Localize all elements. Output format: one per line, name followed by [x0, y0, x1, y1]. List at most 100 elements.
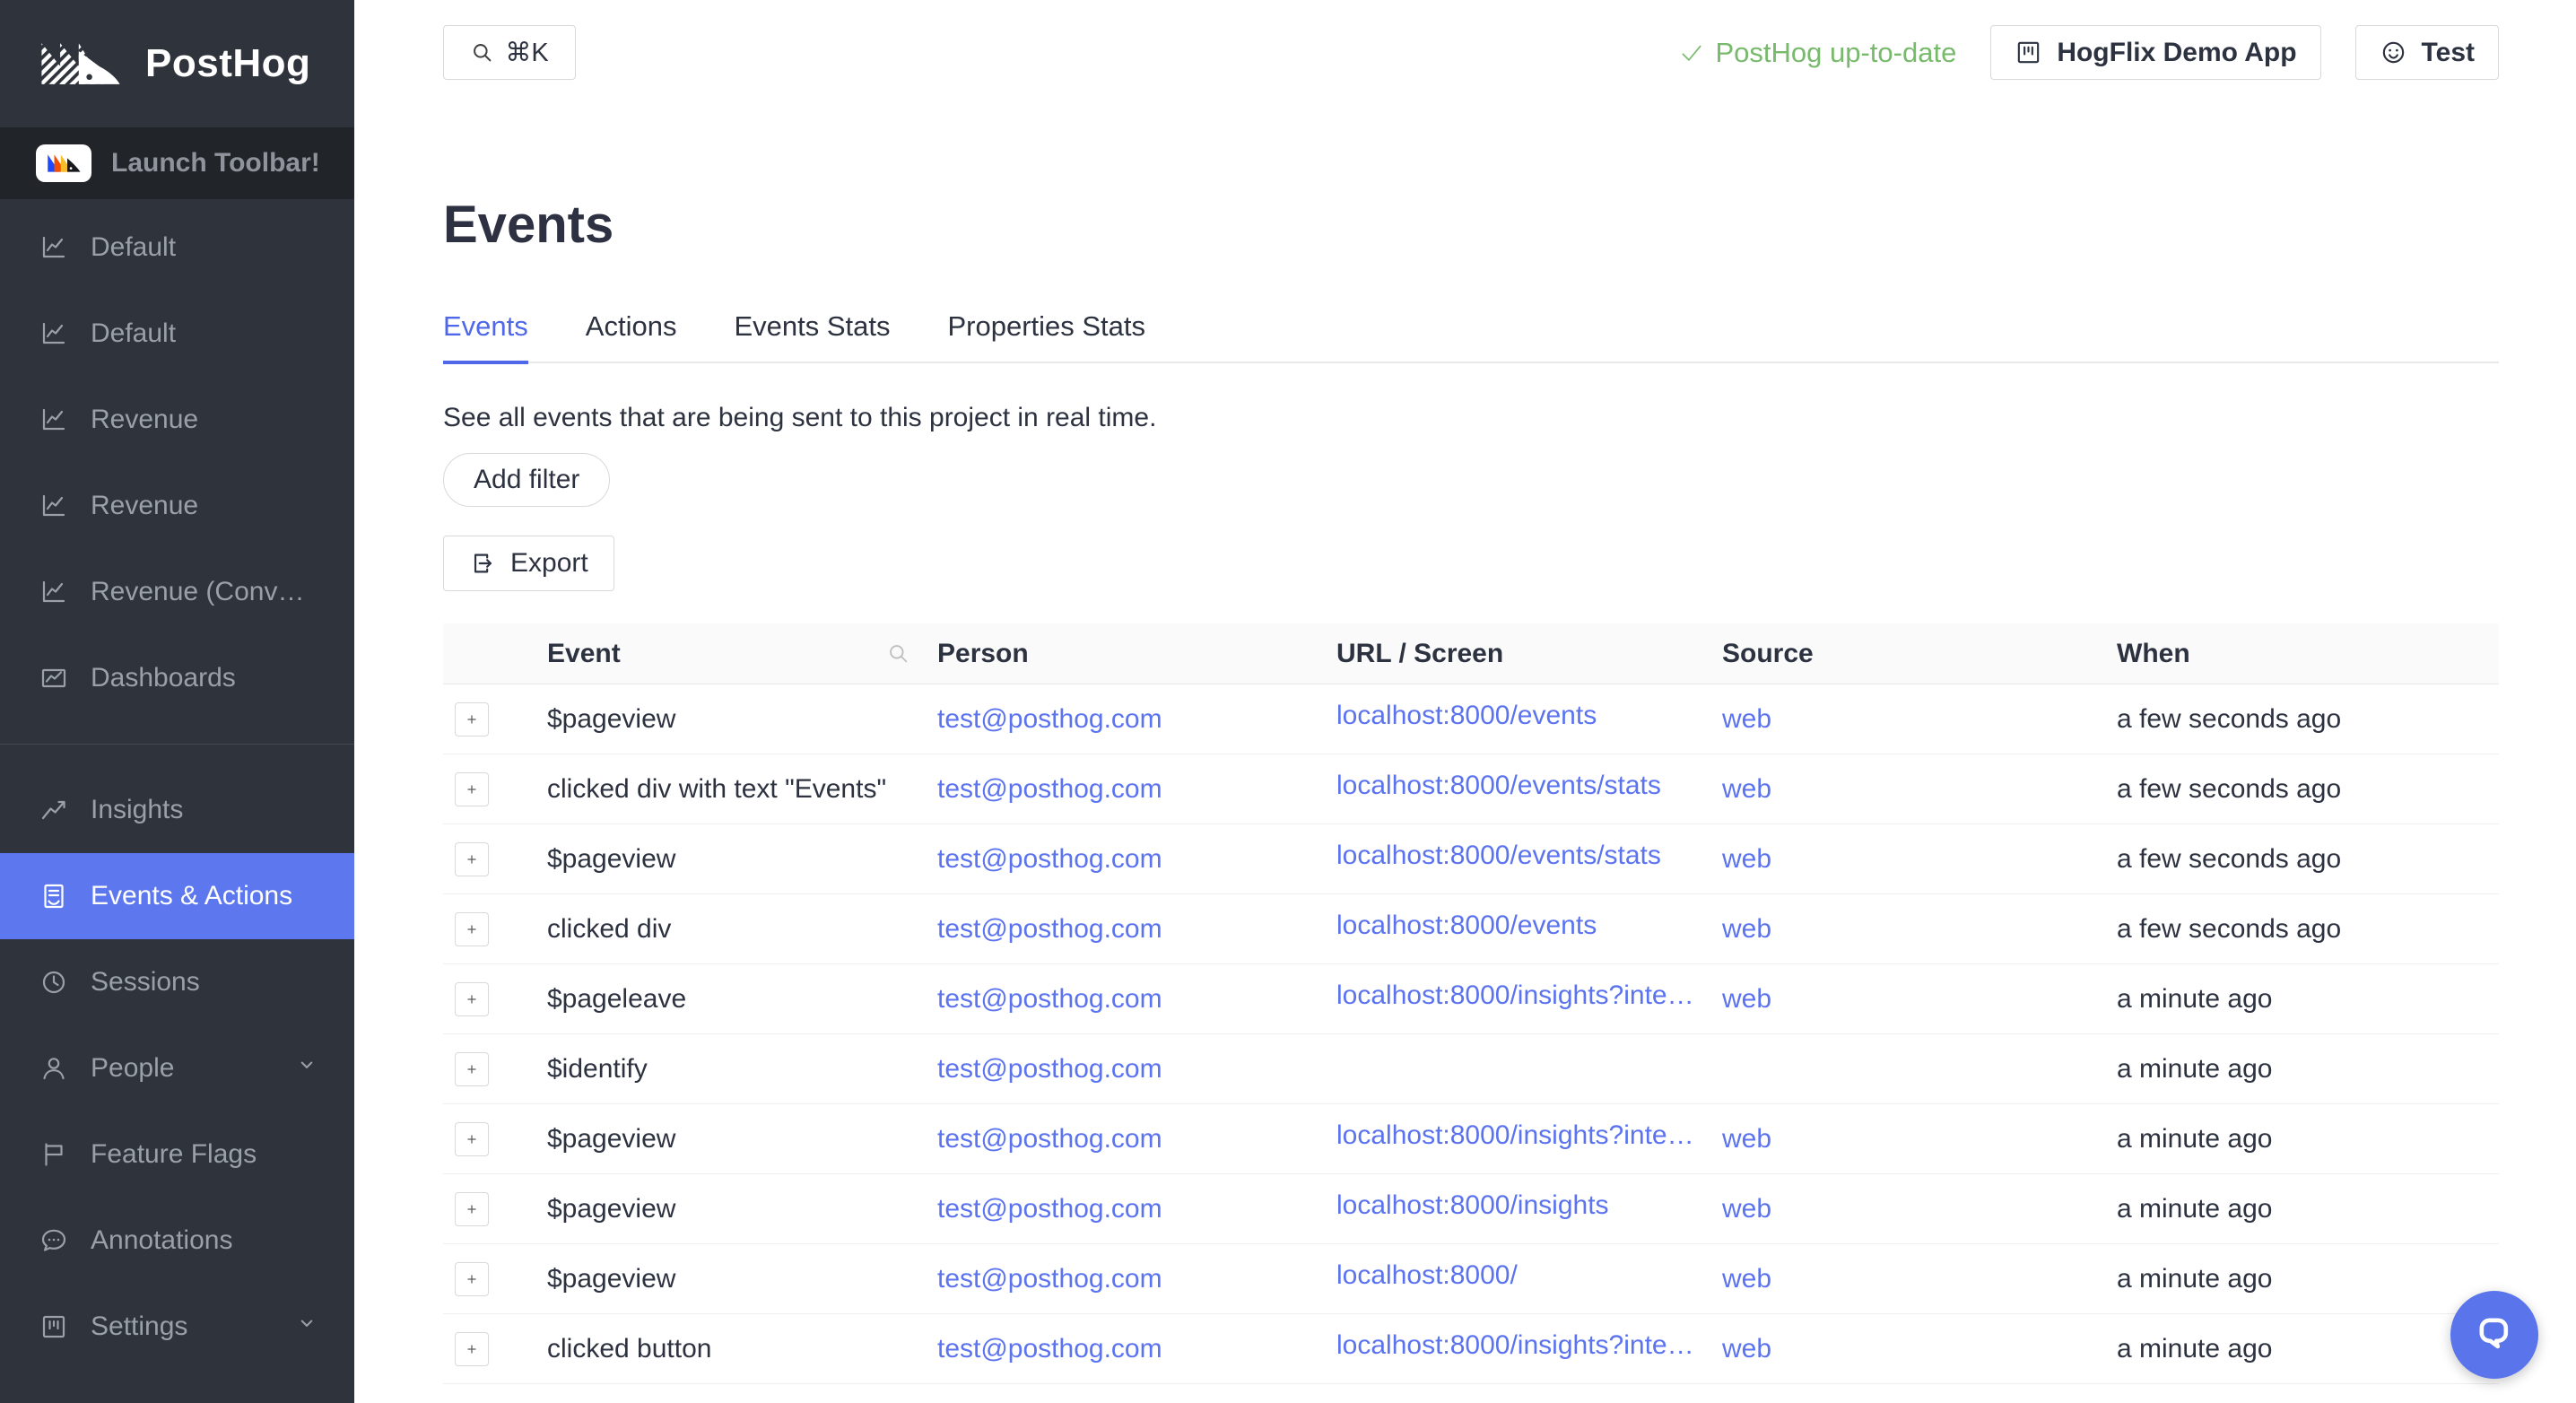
source-link[interactable]: web: [1722, 914, 1771, 944]
search-shortcut-label: ⌘K: [505, 37, 548, 68]
expand-row-button[interactable]: [455, 982, 489, 1016]
project-icon: [2015, 39, 2042, 66]
url-link[interactable]: localhost:8000/events/stats: [1336, 841, 1661, 871]
person-link[interactable]: test@posthog.com: [937, 984, 1162, 1014]
event-name: $identify: [535, 1054, 925, 1085]
sidebar-item-insights[interactable]: Insights: [0, 767, 354, 853]
person-link[interactable]: test@posthog.com: [937, 914, 1162, 944]
tab-events[interactable]: Events: [443, 310, 528, 364]
plus-icon: [462, 1199, 482, 1219]
when-text: a minute ago: [2104, 1334, 2499, 1364]
plus-icon: [462, 1059, 482, 1079]
person-link[interactable]: test@posthog.com: [937, 1054, 1162, 1084]
sidebar-item-default-2[interactable]: Default: [0, 291, 354, 377]
sidebar-item-settings[interactable]: Settings: [0, 1284, 354, 1370]
source-column-header: Source: [1710, 639, 2104, 669]
person-link[interactable]: test@posthog.com: [937, 1124, 1162, 1154]
search-input[interactable]: ⌘K: [443, 25, 576, 80]
table-row: $pageview test@posthog.com localhost:800…: [443, 1244, 2499, 1314]
source-link[interactable]: web: [1722, 1194, 1771, 1224]
source-link[interactable]: web: [1722, 984, 1771, 1014]
expand-row-button[interactable]: [455, 702, 489, 736]
expand-row-button[interactable]: [455, 1052, 489, 1086]
url-link[interactable]: localhost:8000/events: [1336, 701, 1597, 731]
person-link[interactable]: test@posthog.com: [937, 1194, 1162, 1224]
plus-icon: [462, 1129, 482, 1149]
source-link[interactable]: web: [1722, 1264, 1771, 1294]
sidebar: PostHog Launch Toolbar! Default: [0, 0, 354, 1403]
line-chart-icon: [39, 318, 69, 349]
export-button[interactable]: Export: [443, 536, 614, 591]
line-chart-icon: [39, 405, 69, 435]
when-text: a few seconds ago: [2104, 844, 2499, 875]
source-link[interactable]: web: [1722, 774, 1771, 804]
event-name: clicked div: [535, 914, 925, 945]
plus-icon: [462, 780, 482, 799]
line-chart-icon: [39, 491, 69, 521]
project-switcher-button[interactable]: HogFlix Demo App: [1990, 25, 2320, 80]
sidebar-item-revenue-conversion[interactable]: Revenue (Conversi...: [0, 549, 354, 635]
expand-row-button[interactable]: [455, 912, 489, 946]
plus-icon: [462, 850, 482, 869]
source-link[interactable]: web: [1722, 704, 1771, 734]
url-link[interactable]: localhost:8000/: [1336, 1260, 1518, 1291]
when-column-header: When: [2104, 639, 2499, 669]
tab-actions[interactable]: Actions: [586, 310, 677, 362]
person-link[interactable]: test@posthog.com: [937, 1264, 1162, 1294]
person-link[interactable]: test@posthog.com: [937, 1334, 1162, 1364]
plus-icon: [462, 1269, 482, 1289]
comment-icon: [39, 1225, 69, 1256]
url-link[interactable]: localhost:8000/insights: [1336, 1190, 1609, 1221]
launch-toolbar-button[interactable]: Launch Toolbar!: [0, 127, 354, 199]
url-link[interactable]: localhost:8000/events: [1336, 911, 1597, 941]
line-chart-icon: [39, 577, 69, 607]
sidebar-item-revenue-1[interactable]: Revenue: [0, 377, 354, 463]
app-window: PostHog Launch Toolbar! Default: [0, 0, 2576, 1403]
sidebar-item-revenue-2[interactable]: Revenue: [0, 463, 354, 549]
event-name: clicked div with text "Events": [535, 774, 925, 805]
url-link[interactable]: localhost:8000/insights?inter…: [1336, 1120, 1695, 1151]
url-link[interactable]: localhost:8000/insights?inter…: [1336, 1330, 1695, 1361]
tab-events-stats[interactable]: Events Stats: [734, 310, 890, 362]
expand-row-button[interactable]: [455, 1192, 489, 1226]
plus-icon: [462, 919, 482, 939]
source-link[interactable]: web: [1722, 1124, 1771, 1154]
expand-row-button[interactable]: [455, 1262, 489, 1296]
user-menu-button[interactable]: Test: [2355, 25, 2499, 80]
dashboard-icon: [39, 663, 69, 693]
sidebar-item-dashboards[interactable]: Dashboards: [0, 635, 354, 721]
sidebar-item-annotations[interactable]: Annotations: [0, 1198, 354, 1284]
source-link[interactable]: web: [1722, 1334, 1771, 1364]
when-text: a minute ago: [2104, 1124, 2499, 1155]
when-text: a minute ago: [2104, 1264, 2499, 1294]
table-row: $pageview test@posthog.com localhost:800…: [443, 824, 2499, 894]
person-link[interactable]: test@posthog.com: [937, 774, 1162, 804]
sidebar-item-events-actions[interactable]: Events & Actions: [0, 853, 354, 939]
launch-toolbar-label: Launch Toolbar!: [111, 148, 320, 179]
when-text: a few seconds ago: [2104, 914, 2499, 945]
sidebar-item-feature-flags[interactable]: Feature Flags: [0, 1111, 354, 1198]
table-row: $pageview test@posthog.com localhost:800…: [443, 1104, 2499, 1174]
source-link[interactable]: web: [1722, 844, 1771, 874]
tab-properties-stats[interactable]: Properties Stats: [947, 310, 1145, 362]
url-link[interactable]: localhost:8000/events/stats: [1336, 771, 1661, 801]
expand-row-button[interactable]: [455, 772, 489, 806]
events-icon: [39, 881, 69, 911]
column-search-icon[interactable]: [886, 641, 910, 666]
expand-row-button[interactable]: [455, 1332, 489, 1366]
search-icon: [470, 40, 494, 65]
sidebar-item-default-1[interactable]: Default: [0, 205, 354, 291]
person-link[interactable]: test@posthog.com: [937, 704, 1162, 734]
page-title: Events: [443, 195, 2499, 255]
sidebar-item-people[interactable]: People: [0, 1025, 354, 1111]
chat-launcher-button[interactable]: [2450, 1291, 2538, 1379]
add-filter-button[interactable]: Add filter: [443, 453, 610, 507]
posthog-logo[interactable]: PostHog: [0, 0, 354, 127]
sidebar-nav: Default Default Revenue Revenue Revenue …: [0, 205, 354, 1370]
sidebar-item-sessions[interactable]: Sessions: [0, 939, 354, 1025]
expand-row-button[interactable]: [455, 1122, 489, 1156]
event-name: clicked button: [535, 1334, 925, 1364]
person-link[interactable]: test@posthog.com: [937, 844, 1162, 874]
expand-row-button[interactable]: [455, 842, 489, 876]
url-link[interactable]: localhost:8000/insights?inter…: [1336, 980, 1695, 1011]
